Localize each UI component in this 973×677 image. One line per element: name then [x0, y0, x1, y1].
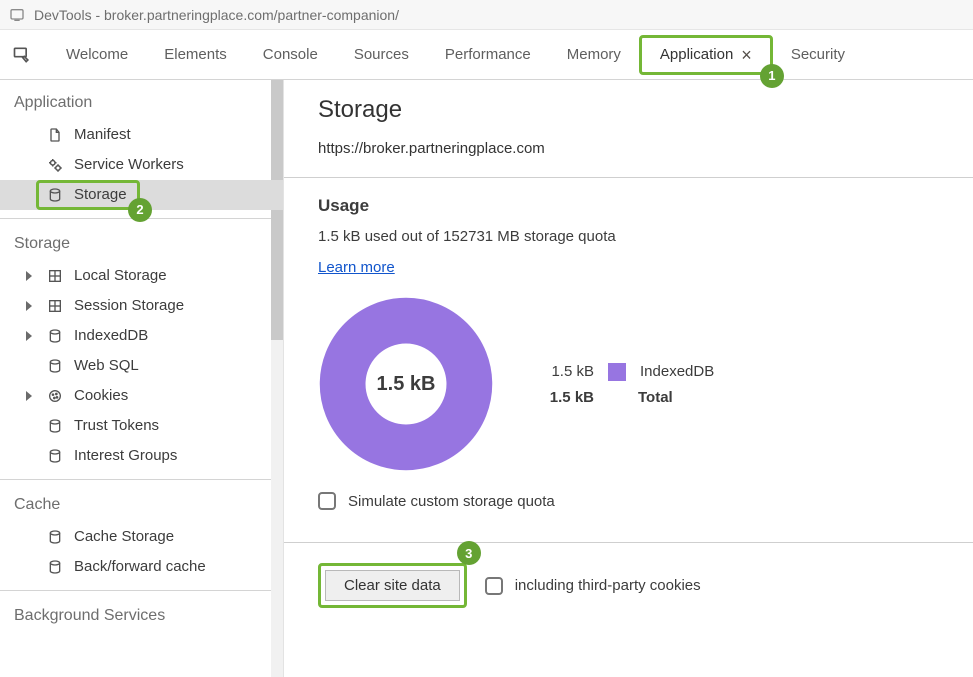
tab-performance[interactable]: Performance	[427, 30, 549, 79]
database-icon	[46, 357, 64, 375]
sidebar-item-manifest[interactable]: Manifest	[0, 120, 283, 150]
storage-donut-chart: 1.5 kB	[318, 296, 494, 472]
sidebar-heading-background: Background Services	[0, 599, 283, 633]
divider	[284, 177, 973, 178]
sidebar-item-label: IndexedDB	[74, 325, 148, 347]
top-toolbar: Welcome Elements Console Sources Perform…	[0, 30, 973, 80]
usage-heading: Usage	[318, 196, 973, 216]
sidebar-item-label: Web SQL	[74, 355, 139, 377]
sidebar-item-back-forward-cache[interactable]: Back/forward cache	[0, 552, 283, 582]
legend-swatch	[608, 363, 626, 381]
sidebar-item-service-workers[interactable]: Service Workers	[0, 150, 283, 180]
database-icon	[46, 447, 64, 465]
sidebar-item-label: Back/forward cache	[74, 556, 206, 578]
panel-tabs: Welcome Elements Console Sources Perform…	[48, 30, 863, 79]
third-party-cookies-checkbox[interactable]	[485, 577, 503, 595]
window-title: DevTools - broker.partneringplace.com/pa…	[34, 7, 399, 23]
database-icon	[46, 417, 64, 435]
database-icon	[46, 528, 64, 546]
sidebar-item-cache-storage[interactable]: Cache Storage	[0, 522, 283, 552]
tab-welcome[interactable]: Welcome	[48, 30, 146, 79]
sidebar-item-cookies[interactable]: Cookies	[0, 381, 283, 411]
tab-application[interactable]: Application × 1	[639, 35, 773, 75]
database-icon	[46, 558, 64, 576]
inspect-toggle-button[interactable]	[8, 41, 36, 69]
close-icon[interactable]: ×	[741, 46, 752, 64]
annotation-highlight-2	[36, 180, 140, 210]
learn-more-link[interactable]: Learn more	[318, 259, 395, 276]
content-panel: Storage https://broker.partneringplace.c…	[284, 80, 973, 677]
sidebar-item-label: Interest Groups	[74, 445, 177, 467]
sidebar-item-local-storage[interactable]: Local Storage	[0, 261, 283, 291]
gears-icon	[46, 156, 64, 174]
tab-memory[interactable]: Memory	[549, 30, 639, 79]
window-titlebar: DevTools - broker.partneringplace.com/pa…	[0, 0, 973, 30]
annotation-badge-2: 2	[128, 198, 152, 222]
sidebar-item-label: Cookies	[74, 385, 128, 407]
tab-security[interactable]: Security	[773, 30, 863, 79]
sidebar-item-label: Local Storage	[74, 265, 167, 287]
cookie-icon	[46, 387, 64, 405]
page-title: Storage	[318, 96, 973, 124]
database-icon	[46, 327, 64, 345]
annotation-highlight-3: Clear site data	[318, 563, 467, 608]
origin-url: https://broker.partneringplace.com	[318, 140, 973, 157]
legend-total-label: Total	[638, 389, 673, 406]
sidebar-heading-application: Application	[0, 86, 283, 120]
sidebar: Application Manifest Service Workers Sto…	[0, 80, 284, 677]
file-icon	[46, 126, 64, 144]
sidebar-item-storage[interactable]: Storage 2	[0, 180, 283, 210]
usage-summary: 1.5 kB used out of 152731 MB storage quo…	[318, 228, 973, 245]
legend-value: 1.5 kB	[534, 363, 594, 380]
sidebar-item-label: Cache Storage	[74, 526, 174, 548]
annotation-badge-3: 3	[457, 541, 481, 565]
storage-legend: 1.5 kB IndexedDB 1.5 kB Total	[534, 363, 714, 406]
legend-total-value: 1.5 kB	[534, 389, 594, 406]
donut-center-value: 1.5 kB	[318, 296, 494, 472]
sidebar-item-label: Trust Tokens	[74, 415, 159, 437]
sidebar-item-label: Manifest	[74, 124, 131, 146]
legend-name: IndexedDB	[640, 363, 714, 380]
sidebar-item-interest-groups[interactable]: Interest Groups	[0, 441, 283, 471]
sidebar-item-session-storage[interactable]: Session Storage	[0, 291, 283, 321]
sidebar-heading-storage: Storage	[0, 227, 283, 261]
sidebar-item-label: Session Storage	[74, 295, 184, 317]
clear-site-data-button[interactable]: Clear site data	[325, 570, 460, 601]
sidebar-heading-cache: Cache	[0, 488, 283, 522]
third-party-cookies-label: including third-party cookies	[515, 577, 701, 594]
sidebar-item-indexeddb[interactable]: IndexedDB	[0, 321, 283, 351]
legend-row: 1.5 kB IndexedDB	[534, 363, 714, 381]
sidebar-item-label: Service Workers	[74, 154, 184, 176]
tab-console[interactable]: Console	[245, 30, 336, 79]
tab-sources[interactable]: Sources	[336, 30, 427, 79]
devtools-icon	[8, 6, 26, 24]
legend-total-row: 1.5 kB Total	[534, 389, 714, 406]
tab-elements[interactable]: Elements	[146, 30, 245, 79]
sidebar-item-trust-tokens[interactable]: Trust Tokens	[0, 411, 283, 441]
simulate-quota-checkbox[interactable]	[318, 492, 336, 510]
simulate-quota-label: Simulate custom storage quota	[348, 493, 555, 510]
grid-icon	[46, 297, 64, 315]
grid-icon	[46, 267, 64, 285]
sidebar-item-web-sql[interactable]: Web SQL	[0, 351, 283, 381]
